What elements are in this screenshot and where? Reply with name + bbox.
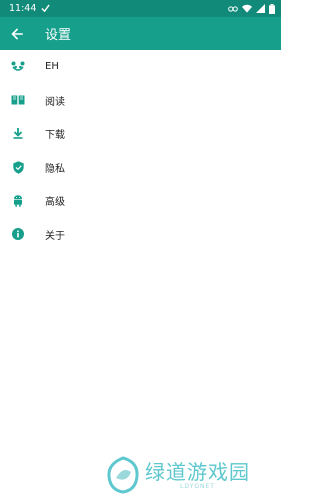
settings-item-label: 阅读 xyxy=(45,96,65,108)
settings-list: EH 阅读 下载 隐私 高级 关于 xyxy=(0,50,281,251)
settings-item-advanced[interactable]: 高级 xyxy=(0,184,281,218)
shield-icon xyxy=(12,161,24,174)
cell-signal-icon xyxy=(256,4,265,13)
android-icon xyxy=(14,195,22,208)
watermark: 绿道游戏园 LDYGNET xyxy=(106,454,278,496)
watermark-logo-icon xyxy=(107,456,139,494)
watermark-main-text: 绿道游戏园 xyxy=(145,459,250,484)
settings-item-reading[interactable]: 阅读 xyxy=(0,84,281,118)
arrow-back-icon xyxy=(11,27,23,40)
battery-icon xyxy=(269,3,275,14)
settings-item-label: 高级 xyxy=(45,197,65,209)
settings-item-label: 下载 xyxy=(45,130,65,142)
page-title: 设置 xyxy=(45,28,72,43)
link-icon xyxy=(228,5,238,12)
settings-item-download[interactable]: 下载 xyxy=(0,117,281,151)
wifi-icon xyxy=(242,4,252,13)
watermark-sub-text: LDYGNET xyxy=(180,482,215,490)
settings-item-label: 隐私 xyxy=(45,163,65,175)
download-icon xyxy=(13,128,23,140)
status-bar: 11:44 xyxy=(0,0,281,17)
settings-item-label: EH xyxy=(45,61,59,73)
book-icon xyxy=(11,95,25,105)
settings-item-label: 关于 xyxy=(45,230,65,242)
back-button[interactable] xyxy=(0,17,34,50)
panda-icon xyxy=(11,61,25,71)
info-icon xyxy=(12,228,24,241)
status-time: 11:44 xyxy=(9,3,37,14)
settings-item-privacy[interactable]: 隐私 xyxy=(0,151,281,185)
settings-item-about[interactable]: 关于 xyxy=(0,218,281,252)
settings-item-eh[interactable]: EH xyxy=(0,50,281,84)
app-bar: 设置 xyxy=(0,17,281,50)
signal-check-icon xyxy=(41,4,51,13)
